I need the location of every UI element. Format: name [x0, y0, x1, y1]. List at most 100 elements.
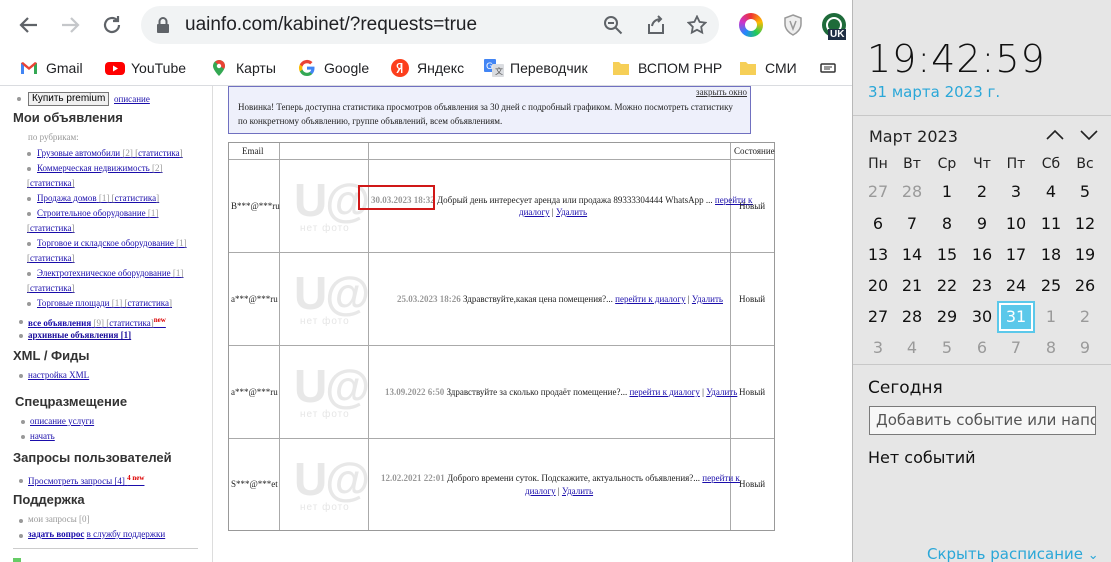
category-stat-link[interactable]: [статистика]: [27, 283, 75, 293]
add-event-input[interactable]: Добавить событие или напоминание: [869, 406, 1096, 435]
calendar-day[interactable]: 21: [895, 272, 929, 300]
globe-extension-icon[interactable]: UK: [822, 13, 847, 40]
delete-link[interactable]: Удалить: [692, 294, 723, 304]
calendar-day[interactable]: 28: [895, 178, 929, 206]
youtube-icon: [105, 59, 125, 77]
calendar-day[interactable]: 12: [1068, 210, 1102, 238]
forward-icon[interactable]: [57, 12, 83, 38]
calendar-day[interactable]: 27: [861, 303, 895, 331]
delete-link[interactable]: Удалить: [556, 207, 587, 217]
bookmark-gmail[interactable]: Gmail: [20, 58, 83, 78]
xml-setup-link[interactable]: настройка XML: [28, 370, 89, 380]
category-stat-link[interactable]: [статистика]: [27, 223, 75, 233]
calendar-day[interactable]: 15: [930, 241, 964, 269]
calendar-day[interactable]: 20: [861, 272, 895, 300]
start-link[interactable]: начать: [30, 431, 55, 441]
color-extension-icon[interactable]: [739, 13, 763, 37]
bookmark-overflow-icon[interactable]: [820, 58, 836, 78]
bookmark-yandex[interactable]: Яндекс: [391, 58, 464, 78]
calendar-day[interactable]: 26: [1068, 272, 1102, 300]
chevron-up-icon[interactable]: [1044, 126, 1066, 144]
category-link[interactable]: Строительное оборудование [1]: [37, 208, 158, 218]
bookmark-youtube[interactable]: YouTube: [105, 58, 186, 78]
calendar-day[interactable]: 6: [861, 210, 895, 238]
buy-premium-button[interactable]: Купить premium: [28, 92, 110, 106]
calendar-day-today[interactable]: 31: [997, 301, 1035, 333]
all-ads-link[interactable]: все объявления [9] [статистика]new: [28, 316, 166, 328]
category-link[interactable]: Коммерческая недвижимость [2]: [37, 163, 162, 173]
calendar-day[interactable]: 4: [1034, 178, 1068, 206]
zoom-icon[interactable]: [603, 15, 623, 35]
go-to-dialog-link-cont[interactable]: диалогу: [525, 486, 556, 496]
calendar-day[interactable]: 5: [930, 334, 964, 362]
category-link[interactable]: Торговое и складское оборудование [1]: [37, 238, 187, 248]
bookmark-google[interactable]: Google: [298, 58, 369, 78]
view-requests-link[interactable]: Просмотреть запросы [4] 4 new: [28, 474, 144, 486]
bookmark-folder-smi[interactable]: СМИ: [739, 58, 797, 78]
calendar-day[interactable]: 7: [999, 334, 1033, 362]
calendar-day[interactable]: 8: [1034, 334, 1068, 362]
premium-description-link[interactable]: описание: [114, 94, 150, 104]
category-link[interactable]: Грузовые автомобили [2] [статистика]: [37, 148, 183, 158]
share-icon[interactable]: [646, 15, 666, 35]
calendar-day[interactable]: 1: [1034, 303, 1068, 331]
bookmark-maps[interactable]: Карты: [210, 58, 276, 78]
back-icon[interactable]: [16, 12, 42, 38]
category-link[interactable]: Продажа домов [1] [статистика]: [37, 193, 159, 203]
calendar-day[interactable]: 9: [965, 210, 999, 238]
calendar-day[interactable]: 3: [999, 178, 1033, 206]
calendar-day[interactable]: 2: [1068, 303, 1102, 331]
go-to-dialog-link[interactable]: перейти к диалогу: [702, 473, 740, 483]
calendar-day[interactable]: 19: [1068, 241, 1102, 269]
calendar-day[interactable]: 2: [965, 178, 999, 206]
calendar-day[interactable]: 16: [965, 241, 999, 269]
calendar-day[interactable]: 5: [1068, 178, 1102, 206]
bookmark-translate[interactable]: G文 Переводчик: [484, 58, 588, 78]
category-link[interactable]: Торговые площади [1] [статистика]: [37, 298, 172, 308]
delete-link[interactable]: Удалить: [562, 486, 593, 496]
calendar-day[interactable]: 13: [861, 241, 895, 269]
reload-icon[interactable]: [99, 12, 125, 38]
bookmark-folder-php[interactable]: ВСПОМ PHP: [612, 58, 722, 78]
category-stat-link[interactable]: [статистика]: [27, 253, 75, 263]
calendar-day[interactable]: 28: [895, 303, 929, 331]
lock-icon[interactable]: [156, 16, 170, 34]
calendar-day[interactable]: 30: [965, 303, 999, 331]
calendar-day[interactable]: 6: [965, 334, 999, 362]
go-to-dialog-link[interactable]: перейти к диалогу: [615, 294, 685, 304]
category-stat-link[interactable]: [статистика]: [27, 178, 75, 188]
delete-link[interactable]: Удалить: [706, 387, 737, 397]
address-bar[interactable]: uainfo.com/kabinet/?requests=true: [141, 6, 719, 44]
calendar-day[interactable]: 9: [1068, 334, 1102, 362]
calendar-day[interactable]: 7: [895, 210, 929, 238]
calendar-day[interactable]: 14: [895, 241, 929, 269]
shield-extension-icon[interactable]: [781, 13, 805, 37]
month-title[interactable]: Март 2023: [869, 127, 958, 146]
chevron-down-icon[interactable]: [1078, 126, 1100, 144]
close-notice-link[interactable]: закрыть окно: [696, 87, 747, 97]
calendar-day[interactable]: 3: [861, 334, 895, 362]
go-to-dialog-link-cont[interactable]: диалогу: [519, 207, 550, 217]
calendar-day[interactable]: 11: [1034, 210, 1068, 238]
go-to-dialog-link[interactable]: перейти к диалогу: [629, 387, 699, 397]
calendar-day[interactable]: 1: [930, 178, 964, 206]
calendar-day[interactable]: 29: [930, 303, 964, 331]
url-text[interactable]: uainfo.com/kabinet/?requests=true: [185, 14, 477, 36]
calendar-day[interactable]: 25: [1034, 272, 1068, 300]
service-description-link[interactable]: описание услуги: [30, 416, 94, 426]
ask-support-link[interactable]: задать вопрос в службу поддержки: [28, 529, 165, 539]
calendar-day[interactable]: 8: [930, 210, 964, 238]
calendar-day[interactable]: 27: [861, 178, 895, 206]
calendar-day[interactable]: 18: [1034, 241, 1068, 269]
archive-ads-link[interactable]: архивные объявления [1]: [28, 330, 131, 340]
calendar-day[interactable]: 17: [999, 241, 1033, 269]
category-link[interactable]: Электротехническое оборудование [1]: [37, 268, 183, 278]
calendar-day[interactable]: 24: [999, 272, 1033, 300]
hide-schedule-link[interactable]: Скрыть расписание ⌄: [927, 545, 1099, 562]
calendar-day[interactable]: 22: [930, 272, 964, 300]
calendar-day[interactable]: 10: [999, 210, 1033, 238]
bookmark-star-icon[interactable]: [687, 15, 707, 35]
calendar-day[interactable]: 23: [965, 272, 999, 300]
full-date-link[interactable]: 31 марта 2023 г.: [868, 83, 1000, 101]
calendar-day[interactable]: 4: [895, 334, 929, 362]
